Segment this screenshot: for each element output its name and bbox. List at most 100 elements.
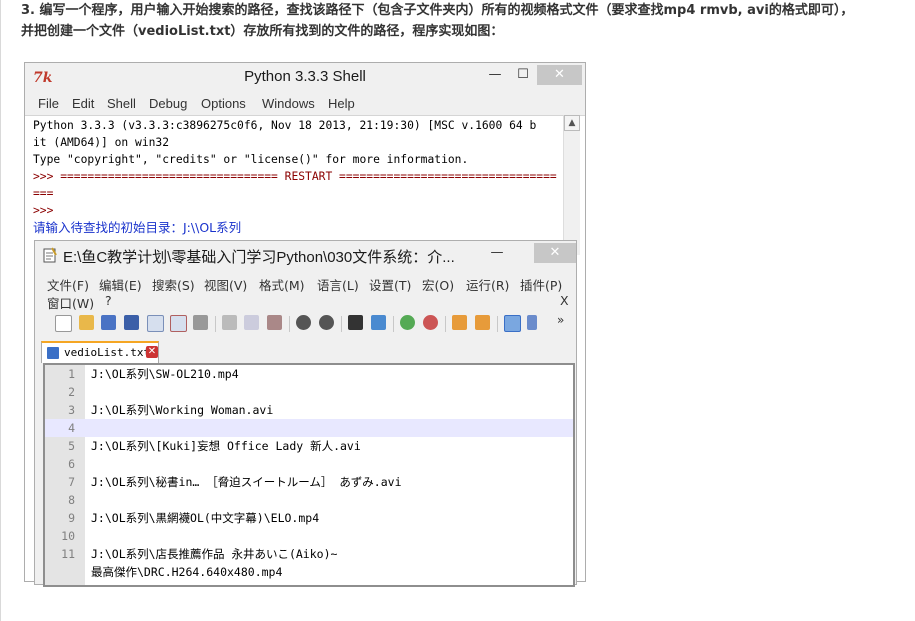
npp-minimize-button[interactable]: —: [487, 243, 507, 263]
line-number: 4: [68, 421, 75, 435]
toolbar-separator: [393, 316, 394, 332]
line-text: J:\OL系列\秘書in… ［脅迫スイートルーム］ あずみ.avi: [91, 475, 402, 489]
zoom-out-icon[interactable]: [423, 315, 438, 330]
shell-scrollbar[interactable]: ▲: [563, 115, 580, 255]
cut-icon[interactable]: [222, 315, 237, 330]
shell-titlebar[interactable]: 7k Python 3.3.3 Shell — ☐ ✕: [25, 63, 585, 93]
editor-line-wrapped: 最高傑作\DRC.H264.640x480.mp4: [45, 563, 573, 581]
paste-icon[interactable]: [267, 315, 282, 330]
line-text: 最高傑作\DRC.H264.640x480.mp4: [91, 565, 283, 579]
menu-windows[interactable]: Windows: [262, 96, 315, 111]
npp-menu-language[interactable]: 语言(L): [317, 275, 359, 294]
line-text: J:\OL系列\黒網襪OL(中文字幕)\ELO.mp4: [91, 511, 320, 525]
npp-title: E:\鱼C教学计划\零基础入门学习Python\030文件系统：介...: [63, 249, 455, 266]
editor-line-current: 4: [45, 419, 573, 437]
shell-prompt: >>>: [33, 204, 61, 217]
editor-line: 2: [45, 383, 573, 401]
replace-icon[interactable]: [371, 315, 386, 330]
shell-menubar: File Edit Shell Debug Options Windows He…: [25, 93, 585, 116]
npp-menu-macro[interactable]: 宏(O): [422, 275, 454, 294]
save-all-icon[interactable]: [124, 315, 139, 330]
npp-menu-plugins[interactable]: 插件(P): [520, 275, 562, 294]
find-icon[interactable]: [348, 315, 363, 330]
npp-menu-format[interactable]: 格式(M): [259, 275, 305, 294]
editor-line: 7 J:\OL系列\秘書in… ［脅迫スイートルーム］ あずみ.avi: [45, 473, 573, 491]
close-all-icon[interactable]: [170, 315, 187, 332]
toolbar-separator: [445, 316, 446, 332]
shell-restart-line: >>> ================================ RES…: [33, 170, 557, 183]
menu-options[interactable]: Options: [201, 96, 246, 111]
line-number: 1: [68, 367, 75, 381]
toolbar-separator: [341, 316, 342, 332]
shell-line: Python 3.3.3 (v3.3.3:c3896275c0f6, Nov 1…: [33, 119, 537, 132]
menu-shell[interactable]: Shell: [107, 96, 136, 111]
exercise-line-2: 并把创建一个文件（vedioList.txt）存放所有找到的文件的路径，程序实现…: [21, 24, 504, 39]
line-number: 3: [68, 403, 75, 417]
menu-file[interactable]: File: [38, 96, 59, 111]
npp-menu-search[interactable]: 搜索(S): [152, 275, 195, 294]
npp-menu-help[interactable]: ?: [105, 293, 112, 308]
notepad-app-icon: [43, 247, 57, 263]
npp-menu-window[interactable]: 窗口(W): [47, 293, 94, 312]
editor-line: 5 J:\OL系列\[Kuki]妄想 Office Lady 新人.avi: [45, 437, 573, 455]
show-all-characters-icon[interactable]: [527, 315, 537, 330]
toolbar-overflow-icon[interactable]: »: [557, 313, 564, 327]
sync-horizontal-icon[interactable]: [475, 315, 490, 330]
page-left-border: [0, 0, 1, 621]
line-number: 5: [68, 439, 75, 453]
menu-edit[interactable]: Edit: [72, 96, 94, 111]
shell-output[interactable]: Python 3.3.3 (v3.3.3:c3896275c0f6, Nov 1…: [33, 117, 558, 236]
editor-line: 11 J:\OL系列\店長推薦作品 永井あいこ(Aiko)~: [45, 545, 573, 563]
npp-menu-settings[interactable]: 设置(T): [369, 275, 411, 294]
npp-menubar: 文件(F) 编辑(E) 搜索(S) 视图(V) 格式(M) 语言(L) 设置(T…: [35, 271, 576, 311]
toolbar-separator: [289, 316, 290, 332]
close-button[interactable]: ✕: [537, 65, 582, 85]
npp-close-button[interactable]: ✕: [534, 243, 576, 263]
close-file-icon[interactable]: [147, 315, 164, 332]
line-text: J:\OL系列\店長推薦作品 永井あいこ(Aiko)~: [91, 547, 338, 561]
open-file-icon[interactable]: [79, 315, 94, 330]
menu-debug[interactable]: Debug: [149, 96, 187, 111]
tab-label: vedioList.txt: [64, 346, 151, 359]
new-file-icon[interactable]: [55, 315, 72, 332]
minimize-button[interactable]: —: [485, 65, 505, 85]
line-text: J:\OL系列\SW-OL210.mp4: [91, 367, 239, 381]
shell-line: Type "copyright", "credits" or "license(…: [33, 153, 469, 166]
copy-icon[interactable]: [244, 315, 259, 330]
npp-menu-view[interactable]: 视图(V): [204, 275, 247, 294]
exercise-line-1: 3. 编写一个程序，用户输入开始搜索的路径，查找该路径下（包含子文件夹内）所有的…: [21, 3, 854, 18]
maximize-button[interactable]: ☐: [513, 65, 533, 85]
line-number: 7: [68, 475, 75, 489]
undo-icon[interactable]: [296, 315, 311, 330]
npp-menu-run[interactable]: 运行(R): [466, 275, 509, 294]
menu-help[interactable]: Help: [328, 96, 355, 111]
zoom-in-icon[interactable]: [400, 315, 415, 330]
text-editor[interactable]: 1 J:\OL系列\SW-OL210.mp4 2 3 J:\OL系列\Worki…: [43, 363, 575, 587]
npp-menu-file[interactable]: 文件(F): [47, 275, 89, 294]
line-number: 6: [68, 457, 75, 471]
toolbar-separator: [497, 316, 498, 332]
tab-vediolist[interactable]: vedioList.txt ✕: [41, 341, 159, 363]
line-number: 10: [61, 529, 75, 543]
shell-input-prompt: 请输入待查找的初始目录：J:\\OL系列: [33, 220, 242, 235]
print-icon[interactable]: [193, 315, 208, 330]
line-text: J:\OL系列\[Kuki]妄想 Office Lady 新人.avi: [91, 439, 361, 453]
editor-line: 8: [45, 491, 573, 509]
notepadpp-window: E:\鱼C教学计划\零基础入门学习Python\030文件系统：介... — ✕…: [34, 240, 577, 587]
editor-line: 1 J:\OL系列\SW-OL210.mp4: [45, 365, 573, 383]
npp-menu-edit[interactable]: 编辑(E): [99, 275, 142, 294]
sync-vertical-icon[interactable]: [452, 315, 467, 330]
file-saved-icon: [47, 347, 59, 359]
npp-tabbar: vedioList.txt ✕: [35, 341, 576, 363]
npp-titlebar[interactable]: E:\鱼C教学计划\零基础入门学习Python\030文件系统：介... — ✕: [35, 241, 576, 271]
editor-line: 10: [45, 527, 573, 545]
save-icon[interactable]: [101, 315, 116, 330]
editor-line: 9 J:\OL系列\黒網襪OL(中文字幕)\ELO.mp4: [45, 509, 573, 527]
line-number: 9: [68, 511, 75, 525]
redo-icon[interactable]: [319, 315, 334, 330]
tab-close-icon[interactable]: ✕: [146, 346, 158, 358]
npp-menu-close[interactable]: X: [560, 293, 569, 308]
word-wrap-icon[interactable]: [504, 315, 521, 332]
shell-line: it (AMD64)] on win32: [33, 136, 170, 149]
scroll-up-arrow-icon[interactable]: ▲: [564, 115, 580, 131]
